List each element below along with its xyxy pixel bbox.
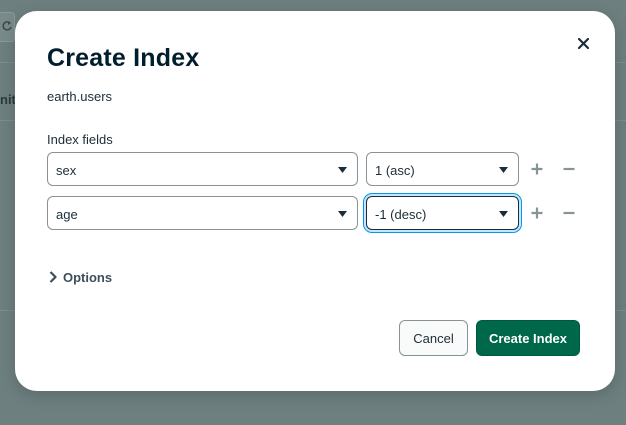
background-partial-text: nit — [0, 92, 16, 107]
chevron-right-icon — [49, 271, 57, 283]
field-name-value: sex — [56, 163, 77, 178]
caret-down-icon — [338, 167, 347, 173]
remove-field-button[interactable] — [561, 161, 577, 177]
field-name-select[interactable]: age — [47, 196, 358, 230]
cancel-button[interactable]: Cancel — [399, 320, 468, 356]
index-field-row: sex 1 (asc) — [47, 152, 587, 188]
index-field-row: age -1 (desc) — [47, 196, 587, 232]
close-button[interactable] — [575, 35, 591, 51]
add-field-button[interactable] — [529, 161, 545, 177]
index-type-select[interactable]: 1 (asc) — [366, 152, 519, 186]
field-name-value: age — [56, 207, 78, 222]
plus-icon — [531, 207, 543, 219]
plus-icon — [531, 163, 543, 175]
create-index-button[interactable]: Create Index — [476, 320, 580, 356]
create-index-modal: Create Index earth.users Index fields se… — [15, 11, 615, 391]
options-label: Options — [63, 269, 113, 285]
options-toggle[interactable]: Options — [49, 269, 112, 285]
minus-icon — [563, 211, 575, 215]
background-refresh-button — [0, 12, 15, 42]
index-type-select[interactable]: -1 (desc) — [366, 196, 519, 230]
refresh-icon — [2, 21, 12, 31]
minus-icon — [563, 167, 575, 171]
caret-down-icon — [499, 211, 508, 217]
collection-namespace: earth.users — [47, 89, 113, 104]
index-fields-label: Index fields — [47, 132, 113, 147]
index-type-value: -1 (desc) — [375, 207, 427, 222]
add-field-button[interactable] — [529, 205, 545, 221]
modal-title: Create Index — [47, 44, 200, 72]
caret-down-icon — [499, 167, 508, 173]
caret-down-icon — [338, 211, 347, 217]
close-icon — [577, 37, 589, 49]
remove-field-button[interactable] — [561, 205, 577, 221]
field-name-select[interactable]: sex — [47, 152, 358, 186]
index-type-value: 1 (asc) — [375, 163, 415, 178]
